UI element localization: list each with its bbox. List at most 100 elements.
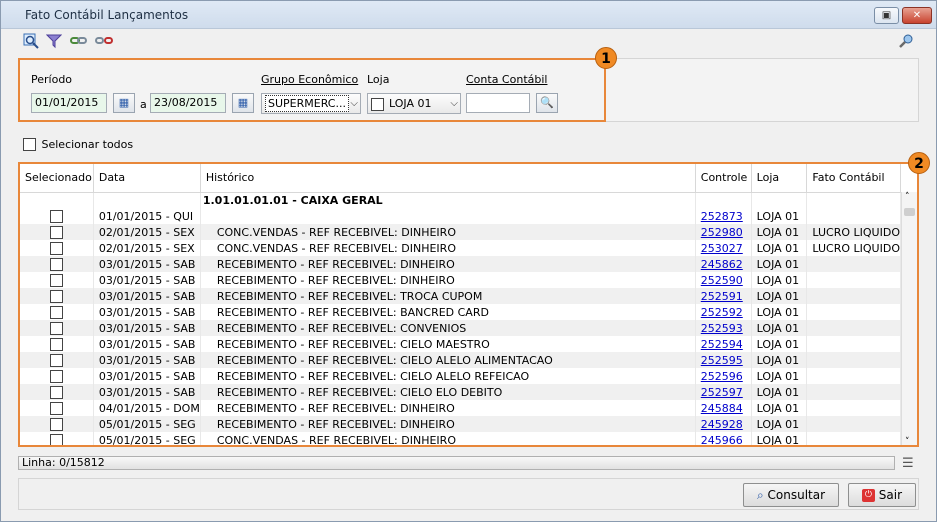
restore-button[interactable]: ▣ bbox=[874, 7, 899, 24]
cell-historico: RECEBIMENTO - REF RECEBIVEL: CIELO MAEST… bbox=[200, 336, 696, 352]
date-from-input[interactable]: 01/01/2015 bbox=[31, 93, 107, 113]
cell-data: 03/01/2015 - SAB bbox=[93, 256, 201, 272]
search-icon[interactable] bbox=[22, 33, 40, 49]
table-row[interactable]: 02/01/2015 - SEX CONC.VENDAS - REF RECEBI… bbox=[20, 240, 901, 256]
table-row[interactable]: 03/01/2015 - SAB RECEBIMENTO - REF RECEBI… bbox=[20, 352, 901, 368]
cell-loja: LOJA 01 bbox=[751, 368, 808, 384]
scrollbar-thumb[interactable] bbox=[904, 208, 915, 216]
row-select-cell bbox=[20, 208, 94, 224]
table-row[interactable]: 03/01/2015 - SAB RECEBIMENTO - REF RECEBI… bbox=[20, 256, 901, 272]
filter-panel: Período 01/01/2015 ▦ a 23/08/2015 ▦ Grup… bbox=[18, 58, 606, 122]
table-row[interactable]: 03/01/2015 - SAB RECEBIMENTO - REF RECEBI… bbox=[20, 336, 901, 352]
col-data[interactable]: Data bbox=[93, 164, 201, 193]
grupo-economico-select[interactable]: SUPERMERC... ⌵ bbox=[261, 93, 361, 114]
calendar-from-button[interactable]: ▦ bbox=[113, 93, 135, 113]
col-selecionado[interactable]: Selecionado bbox=[20, 164, 94, 193]
table-row[interactable]: 05/01/2015 - SEG RECEBIMENTO - REF RECEBI… bbox=[20, 416, 901, 432]
table-row[interactable]: 03/01/2015 - SAB RECEBIMENTO - REF RECEBI… bbox=[20, 288, 901, 304]
controle-link[interactable]: 245862 bbox=[701, 258, 743, 271]
controle-link[interactable]: 245928 bbox=[701, 418, 743, 431]
controle-link[interactable]: 252594 bbox=[701, 338, 743, 351]
controle-link[interactable]: 252591 bbox=[701, 290, 743, 303]
row-checkbox[interactable] bbox=[49, 433, 63, 445]
cell-controle: 252596 bbox=[695, 368, 752, 384]
calendar-to-button[interactable]: ▦ bbox=[232, 93, 254, 113]
row-checkbox[interactable] bbox=[49, 337, 63, 351]
table-row[interactable]: 03/01/2015 - SAB RECEBIMENTO - REF RECEBI… bbox=[20, 272, 901, 288]
controle-link[interactable]: 252596 bbox=[701, 370, 743, 383]
scroll-up-icon[interactable]: ˄ bbox=[905, 192, 910, 202]
col-loja[interactable]: Loja bbox=[751, 164, 808, 193]
table-row[interactable]: 03/01/2015 - SAB RECEBIMENTO - REF RECEBI… bbox=[20, 368, 901, 384]
row-checkbox[interactable] bbox=[49, 225, 63, 239]
cell-loja: LOJA 01 bbox=[751, 400, 808, 416]
scroll-down-icon[interactable]: ˅ bbox=[905, 437, 910, 445]
row-checkbox[interactable] bbox=[49, 241, 63, 255]
row-checkbox[interactable] bbox=[49, 257, 63, 271]
cell-controle: 245884 bbox=[695, 400, 752, 416]
controle-link[interactable]: 252597 bbox=[701, 386, 743, 399]
controle-link[interactable]: 245884 bbox=[701, 402, 743, 415]
cell-historico: RECEBIMENTO - REF RECEBIVEL: DINHEIRO bbox=[200, 416, 696, 432]
conta-contabil-input[interactable] bbox=[466, 93, 530, 113]
select-all-checkbox[interactable] bbox=[23, 137, 36, 151]
controle-link[interactable]: 252590 bbox=[701, 274, 743, 287]
controle-link[interactable]: 245966 bbox=[701, 434, 743, 446]
close-button[interactable]: ✕ bbox=[902, 7, 932, 24]
title-bar: Fato Contábil Lançamentos ▣ ✕ bbox=[1, 1, 936, 29]
row-checkbox[interactable] bbox=[49, 353, 63, 367]
cell-fato-contabil bbox=[806, 416, 901, 432]
col-historico[interactable]: Histórico bbox=[200, 164, 696, 193]
table-row[interactable]: 03/01/2015 - SAB RECEBIMENTO - REF RECEBI… bbox=[20, 304, 901, 320]
row-select-cell bbox=[20, 320, 94, 336]
row-checkbox[interactable] bbox=[49, 385, 63, 399]
conta-search-button[interactable]: 🔍 bbox=[536, 93, 558, 113]
cell-fato-contabil bbox=[806, 320, 901, 336]
table-row[interactable]: 04/01/2015 - DOM RECEBIMENTO - REF RECEBI… bbox=[20, 400, 901, 416]
grid-vertical-scrollbar[interactable]: ˄ ˅ bbox=[901, 192, 917, 445]
cell-loja: LOJA 01 bbox=[751, 288, 808, 304]
controle-link[interactable]: 252873 bbox=[701, 210, 743, 223]
consultar-button[interactable]: ⌕ Consultar bbox=[743, 483, 839, 507]
row-checkbox[interactable] bbox=[49, 401, 63, 415]
controle-link[interactable]: 252980 bbox=[701, 226, 743, 239]
table-row[interactable]: 03/01/2015 - SAB RECEBIMENTO - REF RECEBI… bbox=[20, 384, 901, 400]
menu-lines-icon[interactable]: ☰ bbox=[902, 456, 914, 471]
row-checkbox[interactable] bbox=[49, 369, 63, 383]
key-search-icon[interactable] bbox=[897, 33, 915, 49]
cell-data: 03/01/2015 - SAB bbox=[93, 272, 201, 288]
col-controle[interactable]: Controle bbox=[695, 164, 752, 193]
cell-fato-contabil bbox=[806, 304, 901, 320]
cell-fato-contabil: LUCRO LIQUIDO bbox=[806, 224, 901, 240]
controle-link[interactable]: 252592 bbox=[701, 306, 743, 319]
table-row[interactable]: 03/01/2015 - SAB RECEBIMENTO - REF RECEBI… bbox=[20, 320, 901, 336]
loja-select[interactable]: LOJA 01 ⌵ bbox=[367, 93, 461, 114]
controle-link[interactable]: 253027 bbox=[701, 242, 743, 255]
sair-button[interactable]: ⏻ Sair bbox=[848, 483, 916, 507]
table-row[interactable]: 02/01/2015 - SEX CONC.VENDAS - REF RECEBI… bbox=[20, 224, 901, 240]
row-select-cell bbox=[20, 384, 94, 400]
row-checkbox[interactable] bbox=[49, 289, 63, 303]
row-checkbox[interactable] bbox=[49, 417, 63, 431]
unlink-icon[interactable] bbox=[95, 33, 113, 49]
cell-controle: 245862 bbox=[695, 256, 752, 272]
row-checkbox[interactable] bbox=[49, 321, 63, 335]
col-fato-contabil[interactable]: Fato Contábil bbox=[806, 164, 901, 193]
row-checkbox[interactable] bbox=[49, 273, 63, 287]
table-row[interactable]: 01/01/2015 - QUI 252873 LOJA 01 bbox=[20, 208, 901, 224]
controle-link[interactable]: 252593 bbox=[701, 322, 743, 335]
select-all-control[interactable]: Selecionar todos bbox=[23, 137, 133, 151]
group-header-row: 1.01.01.01.01 - CAIXA GERAL bbox=[20, 192, 901, 208]
controle-link[interactable]: 252595 bbox=[701, 354, 743, 367]
row-select-cell bbox=[20, 336, 94, 352]
link-icon[interactable] bbox=[70, 33, 88, 49]
row-checkbox[interactable] bbox=[49, 305, 63, 319]
filter-icon[interactable] bbox=[45, 33, 63, 49]
table-row[interactable]: 05/01/2015 - SEG CONC.VENDAS - REF RECEBI… bbox=[20, 432, 901, 446]
loja-checkbox[interactable] bbox=[371, 97, 384, 111]
cell-controle: 252597 bbox=[695, 384, 752, 400]
date-to-input[interactable]: 23/08/2015 bbox=[150, 93, 226, 113]
row-checkbox[interactable] bbox=[49, 209, 63, 223]
row-select-cell bbox=[20, 304, 94, 320]
filter-panel-extension bbox=[606, 58, 919, 122]
